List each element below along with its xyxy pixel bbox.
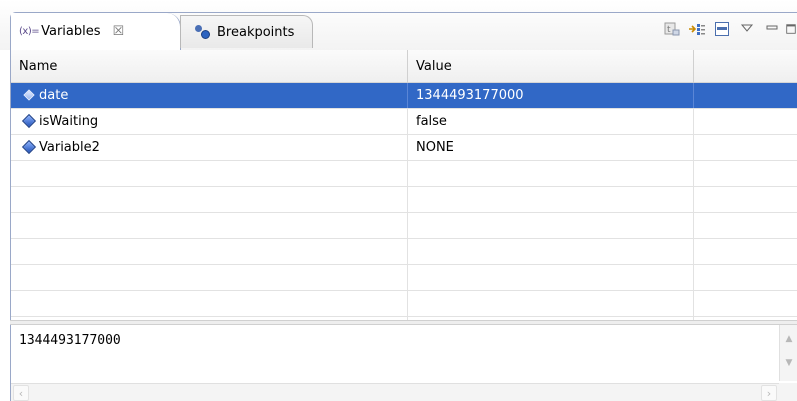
- variable-name: isWaiting: [11, 109, 408, 134]
- maximize-icon[interactable]: [785, 18, 797, 40]
- variable-extra: [694, 135, 797, 160]
- scroll-corner: [779, 383, 797, 401]
- variable-name: Variable2: [11, 135, 408, 160]
- collapse-all-icon[interactable]: [685, 18, 709, 40]
- empty-row: [11, 265, 797, 291]
- empty-row: [11, 291, 797, 317]
- column-header-value[interactable]: Value: [408, 50, 694, 83]
- scroll-right-icon[interactable]: ›: [761, 385, 777, 401]
- view-menu-icon[interactable]: [735, 18, 759, 40]
- tab-breakpoints[interactable]: Breakpoints: [180, 15, 313, 48]
- empty-row: [11, 213, 797, 239]
- variable-value: false: [408, 109, 694, 134]
- scroll-up-icon[interactable]: ▲: [781, 331, 797, 347]
- tree-rows: date 1344493177000 isWaiting false Varia…: [11, 83, 797, 320]
- empty-row: [11, 187, 797, 213]
- svg-text:t: t: [667, 25, 671, 35]
- empty-row: [11, 239, 797, 265]
- column-header-name[interactable]: Name: [11, 50, 408, 83]
- tab-bar: (x)= Variables ☒ Breakpoints t: [0, 0, 797, 50]
- tab-variables-label: Variables: [41, 24, 101, 39]
- table-row[interactable]: Variable2 NONE: [11, 135, 797, 161]
- view-toolbar: t: [659, 16, 797, 42]
- tree-header: Name Value: [11, 50, 797, 83]
- vertical-scrollbar[interactable]: ▲ ▼: [779, 325, 797, 381]
- tab-breakpoints-label: Breakpoints: [217, 24, 295, 40]
- variable-value: NONE: [408, 135, 694, 160]
- variables-tree: Name Value date 1344493177000 isWaiting …: [10, 50, 797, 320]
- column-header-extra[interactable]: [694, 50, 797, 83]
- detail-pane[interactable]: 1344493177000 ▲ ▼ ‹ ›: [10, 325, 797, 401]
- breakpoints-icon: [193, 25, 213, 39]
- close-icon[interactable]: ☒: [113, 24, 125, 39]
- layout-icon[interactable]: [710, 18, 734, 40]
- table-row[interactable]: isWaiting false: [11, 109, 797, 135]
- variable-extra: [694, 109, 797, 134]
- table-row[interactable]: date 1344493177000: [11, 83, 797, 109]
- scroll-left-icon[interactable]: ‹: [13, 385, 29, 401]
- variable-name: date: [11, 83, 408, 108]
- detail-value-text: 1344493177000: [19, 333, 121, 348]
- tab-variables[interactable]: (x)= Variables ☒: [11, 13, 181, 50]
- variable-value: 1344493177000: [408, 83, 694, 108]
- variables-icon: (x)=: [19, 26, 40, 37]
- horizontal-scrollbar[interactable]: ‹ ›: [11, 383, 779, 401]
- variable-extra: [694, 83, 797, 108]
- minimize-icon[interactable]: [760, 18, 784, 40]
- scroll-down-icon[interactable]: ▼: [781, 355, 797, 371]
- show-type-names-icon[interactable]: t: [660, 18, 684, 40]
- variables-view: (x)= Variables ☒ Breakpoints t Name Valu…: [0, 0, 797, 401]
- empty-row: [11, 161, 797, 187]
